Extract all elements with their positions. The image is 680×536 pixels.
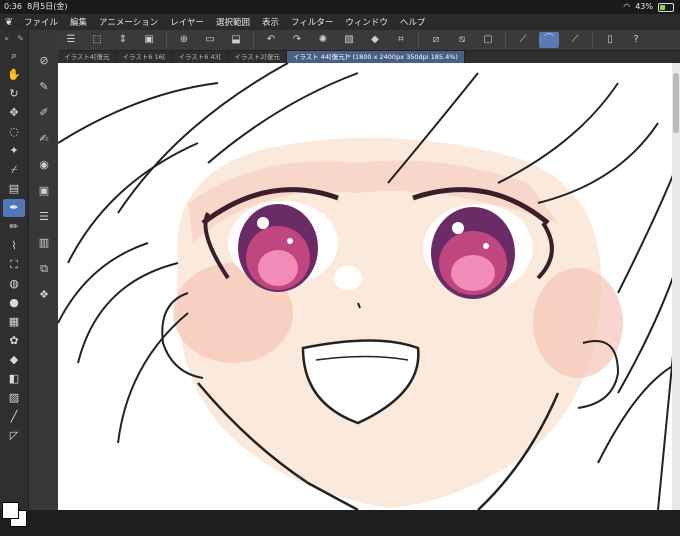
tab-doc-3[interactable]: イラスト6 43[ <box>172 51 229 63</box>
status-bar: 0:36 8月5日(金) ◠ 43% <box>0 0 680 14</box>
menu-view[interactable]: 表示 <box>256 16 285 28</box>
scrollbar-thumb[interactable] <box>673 73 679 133</box>
menu-bar: ❦ ファイル 編集 アニメーション レイヤー 選択範囲 表示 フィルター ウィン… <box>0 14 680 30</box>
document-tabs: イラスト4[復元 イラスト6 16[ イラスト6 43[ イラスト2[復元 イラ… <box>58 51 680 63</box>
watercolor-icon[interactable]: ● <box>3 294 25 312</box>
menu-edit[interactable]: 編集 <box>64 16 93 28</box>
menu-animation[interactable]: アニメーション <box>93 16 164 28</box>
layer-icon[interactable]: ◉ <box>33 154 55 176</box>
sub-tool-panel: ⊘ ✎ ✐ ✍ ◉ ▣ ☰ ▥ ⧉ ❖ <box>28 30 59 510</box>
line-icon[interactable]: ╱ <box>3 408 25 426</box>
color-swatches[interactable] <box>2 502 27 536</box>
undo-icon[interactable]: ↶ <box>261 32 281 48</box>
collapse-icon[interactable]: « <box>4 34 9 43</box>
new-file-icon[interactable]: ⊕ <box>174 32 194 48</box>
command-bar: ☰ ⬚ ⇕ ▣ ⊕ ▭ ⬓ ↶ ↷ ✺ ▧ ◆ ⌗ ⧄ ⧅ ▢ ⟋ ⌒ ⟋ ▯ … <box>58 30 680 51</box>
tab-doc-active[interactable]: イラスト 44[復元]* (1800 x 2400px 350dpi 185.4… <box>286 51 465 63</box>
battery-icon <box>658 2 674 12</box>
menu-window[interactable]: ウィンドウ <box>339 16 394 28</box>
snap-grid-icon[interactable]: ▢ <box>478 32 498 48</box>
date: 8月5日(金) <box>27 2 68 11</box>
table-icon[interactable]: ▥ <box>33 232 55 254</box>
gradient-icon[interactable]: ▨ <box>3 389 25 407</box>
blush-right <box>533 268 623 378</box>
pen-snap-icon[interactable]: ⟋ <box>513 32 533 48</box>
eraser-icon[interactable]: ◆ <box>3 351 25 369</box>
battery-percent: 43% <box>635 2 653 11</box>
pen-icon[interactable]: ✒ <box>3 199 25 217</box>
pattern-icon[interactable]: ▦ <box>3 313 25 331</box>
crop-icon[interactable]: ⌗ <box>391 32 411 48</box>
help-icon[interactable]: ? <box>626 32 646 48</box>
airbrush-icon[interactable]: ⛶ <box>3 256 25 274</box>
ruler-icon[interactable]: ⧄ <box>426 32 446 48</box>
tab-doc-4[interactable]: イラスト2[復元 <box>228 51 287 63</box>
tool-panel: « ✎ ⌕ ✋ ↻ ✥ ◌ ✦ ⌿ ▤ ✒ ✏ ⌇ ⛶ ◍ ● ▦ ✿ ◆ ◧ … <box>0 30 28 527</box>
menu-file[interactable]: ファイル <box>18 16 64 28</box>
move-icon[interactable]: ✥ <box>3 104 25 122</box>
menu-help[interactable]: ヘルプ <box>394 16 432 28</box>
eyedropper-icon[interactable]: ⌿ <box>3 161 25 179</box>
pen-line-icon[interactable]: ⟋ <box>565 32 585 48</box>
clock: 0:36 <box>4 2 22 11</box>
snap-ruler-icon[interactable]: ⧅ <box>452 32 472 48</box>
fill-icon[interactable]: ◆ <box>365 32 385 48</box>
list-icon[interactable]: ☰ <box>33 206 55 228</box>
magic-wand-icon[interactable]: ✦ <box>3 142 25 160</box>
illustration <box>58 63 680 510</box>
main-color-swatch[interactable] <box>2 502 19 519</box>
brush-icon[interactable]: ⌇ <box>3 237 25 255</box>
layers-icon[interactable]: ❖ <box>33 284 55 306</box>
drawing-canvas[interactable] <box>58 63 680 510</box>
lasso-icon[interactable]: ◌ <box>3 123 25 141</box>
stepper-icon[interactable]: ⇕ <box>113 32 133 48</box>
clear-icon[interactable]: ▧ <box>339 32 359 48</box>
app-logo-icon[interactable]: ❦ <box>0 17 18 28</box>
decoration-icon[interactable]: ✿ <box>3 332 25 350</box>
tab-doc-1[interactable]: イラスト4[復元 <box>58 51 117 63</box>
close-icon[interactable]: ⊘ <box>33 50 55 72</box>
menu-filter[interactable]: フィルター <box>285 16 339 28</box>
loading-icon[interactable]: ✺ <box>313 32 333 48</box>
tab-doc-2[interactable]: イラスト6 16[ <box>117 51 173 63</box>
rotate-icon[interactable]: ↻ <box>3 85 25 103</box>
nose-highlight <box>334 266 362 290</box>
pen-sub-icon[interactable]: ✎ <box>33 76 55 98</box>
zoom-icon[interactable]: ⌕ <box>3 47 25 65</box>
grid-icon[interactable]: ▣ <box>33 180 55 202</box>
save-icon[interactable]: ⬓ <box>226 32 246 48</box>
menu-selection[interactable]: 選択範囲 <box>210 16 256 28</box>
hand-icon[interactable]: ✋ <box>3 66 25 84</box>
transform-icon[interactable]: ⬚ <box>87 32 107 48</box>
pencil-icon[interactable]: ✏ <box>3 218 25 236</box>
redo-icon[interactable]: ↷ <box>287 32 307 48</box>
ruler-icon[interactable]: ◸ <box>3 427 25 445</box>
frame-icon[interactable]: ▤ <box>3 180 25 198</box>
snapshot-icon[interactable]: ▣ <box>139 32 159 48</box>
canvas-scrollbar[interactable] <box>672 63 680 510</box>
ink-icon[interactable]: ✍ <box>33 128 55 150</box>
brush-size-icon[interactable]: ✎ <box>17 34 24 43</box>
marker-icon[interactable]: ✐ <box>33 102 55 124</box>
fill-icon[interactable]: ◧ <box>3 370 25 388</box>
tablet-icon[interactable]: ▯ <box>600 32 620 48</box>
menu-icon[interactable]: ☰ <box>61 32 81 48</box>
blend-icon[interactable]: ◍ <box>3 275 25 293</box>
pen-curve-icon[interactable]: ⌒ <box>539 32 559 48</box>
menu-layer[interactable]: レイヤー <box>164 16 210 28</box>
stack-icon[interactable]: ⧉ <box>33 258 55 280</box>
open-folder-icon[interactable]: ▭ <box>200 32 220 48</box>
wifi-icon: ◠ <box>623 2 631 11</box>
